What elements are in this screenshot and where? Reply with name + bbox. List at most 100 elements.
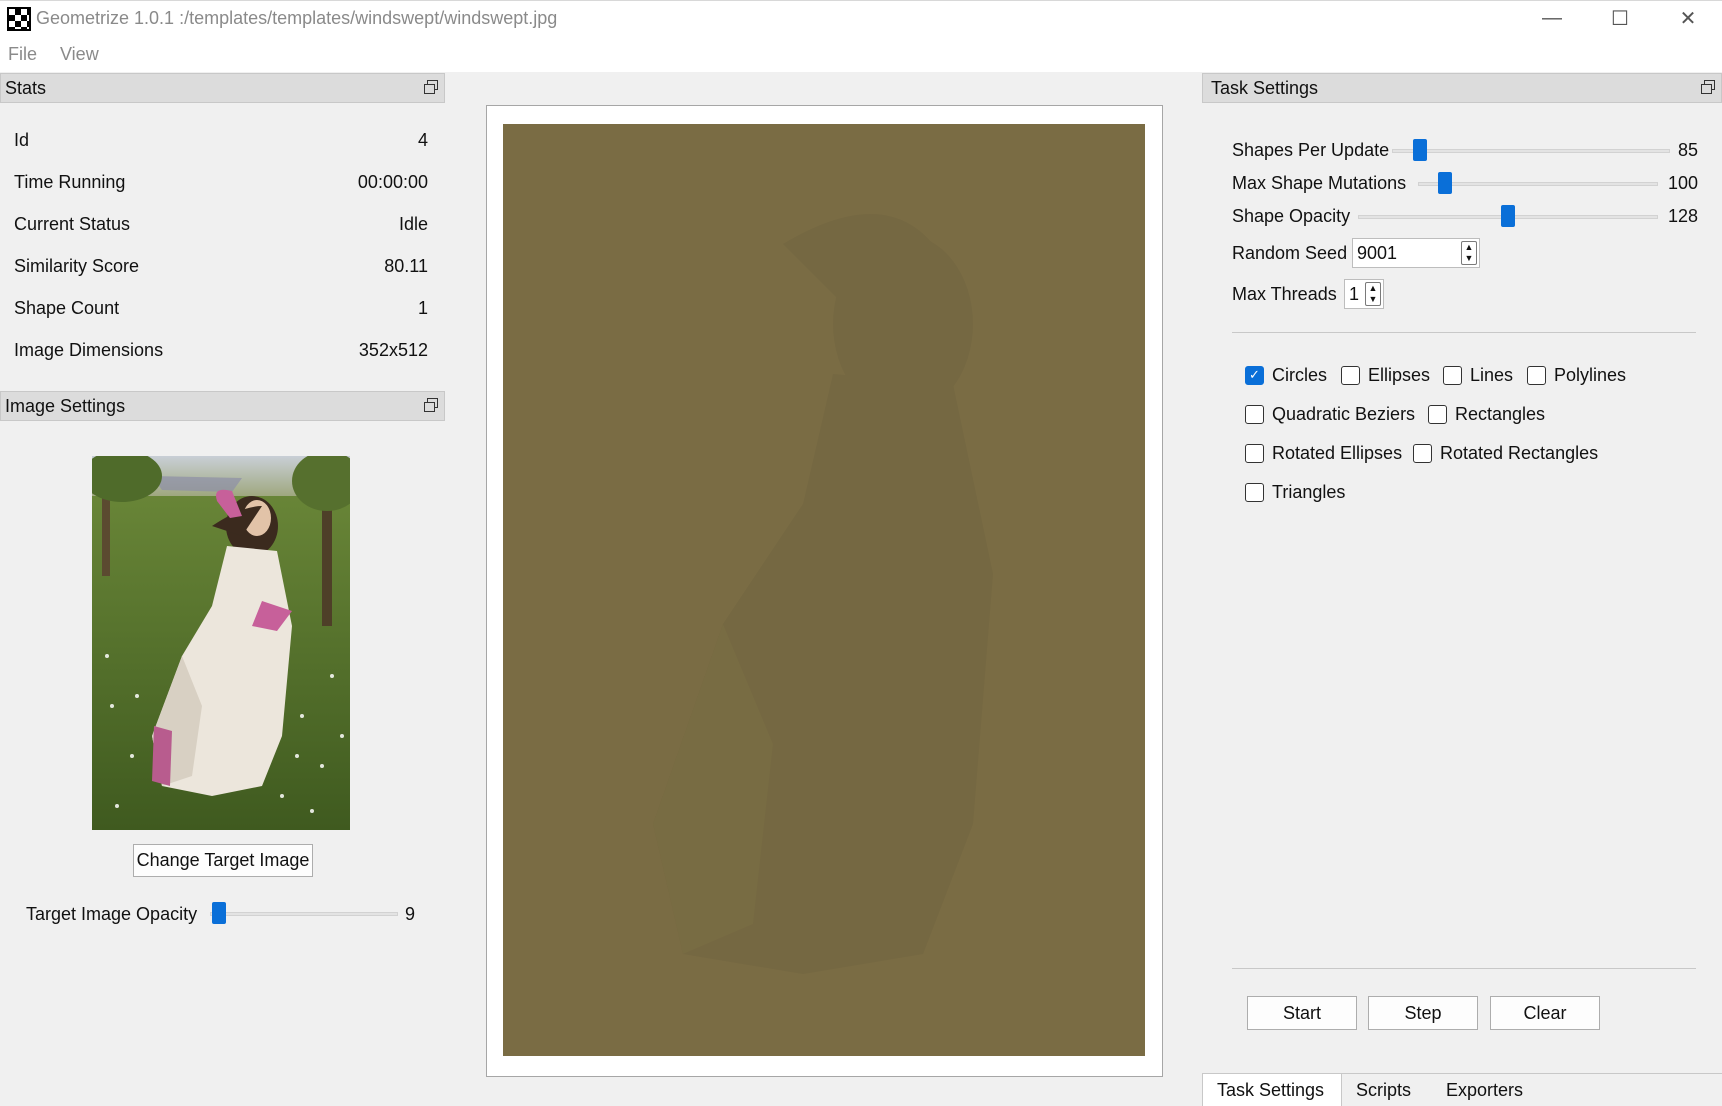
rotated-rectangles-checkbox[interactable]: Rotated Rectangles — [1413, 441, 1598, 465]
circles-checkbox[interactable]: ✓ Circles — [1245, 363, 1327, 387]
window-title: Geometrize 1.0.1 :/templates/templates/w… — [36, 8, 558, 28]
checkbox-label: Triangles — [1272, 481, 1346, 502]
rotated-ellipses-checkbox[interactable]: Rotated Ellipses — [1245, 441, 1402, 465]
max-threads-label: Max Threads — [1232, 284, 1337, 304]
float-panel-icon[interactable] — [424, 80, 438, 94]
checkbox-label: Polylines — [1554, 364, 1627, 385]
stat-label: Similarity Score — [14, 256, 140, 276]
task-settings-header: Task Settings — [1202, 73, 1722, 103]
ellipses-checkbox[interactable]: Ellipses — [1341, 363, 1430, 387]
minimize-button[interactable]: — — [1518, 1, 1586, 35]
target-opacity-slider[interactable] — [210, 902, 398, 926]
close-button[interactable]: ✕ — [1654, 1, 1722, 35]
menu-file[interactable]: File — [8, 44, 37, 65]
slider-track — [1392, 149, 1670, 153]
checkbox-label: Lines — [1470, 364, 1514, 385]
stat-value: 80.11 — [384, 256, 428, 276]
max-threads-spinbox[interactable]: 1 ▲ ▼ — [1344, 279, 1384, 309]
checkbox-icon — [1341, 365, 1360, 385]
slider-track — [1418, 182, 1658, 186]
maximize-button[interactable]: ☐ — [1586, 1, 1654, 35]
tab-scripts[interactable]: Scripts — [1342, 1074, 1425, 1106]
stat-value: 00:00:00 — [357, 172, 428, 192]
title-bar: Geometrize 1.0.1 :/templates/templates/w… — [0, 0, 1722, 36]
slider-thumb[interactable] — [1413, 139, 1427, 161]
divider — [1232, 332, 1696, 333]
stat-row-similarity-score: Similarity Score 80.11 — [0, 256, 428, 282]
canvas-ghost-image — [653, 214, 993, 974]
spin-arrows-icon[interactable]: ▲ ▼ — [1365, 282, 1381, 306]
triangles-checkbox[interactable]: Triangles — [1245, 480, 1345, 504]
stat-value: Idle — [398, 214, 428, 234]
checkbox-icon — [1245, 482, 1264, 502]
checkbox-label: Rectangles — [1455, 403, 1546, 424]
step-button[interactable]: Step — [1368, 996, 1478, 1030]
max-shape-mutations-value: 100 — [1668, 173, 1699, 193]
checkbox-icon — [1245, 443, 1264, 463]
change-target-image-button[interactable]: Change Target Image — [133, 844, 313, 877]
spin-arrows-icon[interactable]: ▲ ▼ — [1461, 241, 1477, 265]
checkbox-icon — [1443, 365, 1462, 385]
stat-label: Time Running — [14, 172, 126, 192]
stat-label: Shape Count — [14, 298, 120, 318]
stat-row-shape-count: Shape Count 1 — [0, 298, 428, 324]
checkbox-label: Rotated Rectangles — [1440, 442, 1599, 463]
painting-thumbnail — [92, 456, 350, 830]
clear-button[interactable]: Clear — [1490, 996, 1600, 1030]
dock-tab-bar: Task Settings Scripts Exporters — [1202, 1073, 1722, 1106]
quadratic-beziers-checkbox[interactable]: Quadratic Beziers — [1245, 402, 1415, 426]
start-button[interactable]: Start — [1247, 996, 1357, 1030]
float-panel-icon[interactable] — [424, 398, 438, 412]
max-shape-mutations-label: Max Shape Mutations — [1232, 173, 1407, 193]
tab-task-settings[interactable]: Task Settings — [1202, 1074, 1342, 1106]
stat-value: 352x512 — [358, 340, 428, 360]
checkbox-label: Circles — [1272, 364, 1328, 385]
rectangles-checkbox[interactable]: Rectangles — [1428, 402, 1545, 426]
checkbox-label: Ellipses — [1368, 364, 1431, 385]
max-threads-value: 1 — [1349, 284, 1360, 304]
target-image-preview — [92, 456, 350, 830]
app-icon — [7, 7, 31, 31]
stat-label: Id — [14, 130, 30, 150]
slider-thumb[interactable] — [1501, 205, 1515, 227]
target-opacity-value: 9 — [405, 904, 416, 924]
maximize-icon: ☐ — [1611, 7, 1629, 30]
stat-row-id: Id 4 — [0, 130, 428, 156]
slider-track — [210, 912, 398, 916]
random-seed-spinbox[interactable]: 9001 ▲ ▼ — [1352, 238, 1480, 268]
shape-opacity-slider[interactable] — [1358, 205, 1658, 229]
max-shape-mutations-slider[interactable] — [1418, 172, 1658, 196]
tab-exporters[interactable]: Exporters — [1432, 1074, 1537, 1106]
checkbox-icon — [1527, 365, 1546, 385]
stats-title: Stats — [5, 78, 47, 98]
stat-value: 1 — [417, 298, 428, 318]
geometrize-canvas[interactable] — [503, 124, 1145, 1056]
polylines-checkbox[interactable]: Polylines — [1527, 363, 1626, 387]
float-panel-icon[interactable] — [1701, 80, 1715, 94]
checkbox-icon — [1413, 443, 1432, 463]
stat-row-time-running: Time Running 00:00:00 — [0, 172, 428, 198]
stat-row-image-dimensions: Image Dimensions 352x512 — [0, 340, 428, 366]
stat-row-current-status: Current Status Idle — [0, 214, 428, 240]
close-icon: ✕ — [1679, 7, 1697, 30]
slider-thumb[interactable] — [1438, 172, 1452, 194]
menu-view[interactable]: View — [60, 44, 99, 65]
checkbox-label: Quadratic Beziers — [1272, 403, 1416, 424]
stats-header: Stats — [0, 73, 445, 103]
checkbox-label: Rotated Ellipses — [1272, 442, 1403, 463]
stat-value: 4 — [417, 130, 428, 150]
lines-checkbox[interactable]: Lines — [1443, 363, 1513, 387]
slider-thumb[interactable] — [212, 902, 226, 924]
checkbox-icon — [1428, 404, 1447, 424]
divider — [1232, 968, 1696, 969]
stat-label: Current Status — [14, 214, 131, 234]
stat-label: Image Dimensions — [14, 340, 164, 360]
shapes-per-update-label: Shapes Per Update — [1232, 140, 1390, 160]
shapes-per-update-slider[interactable] — [1392, 139, 1670, 163]
shapes-per-update-value: 85 — [1678, 140, 1699, 160]
menu-bar: File View — [0, 36, 1722, 72]
shape-opacity-value: 128 — [1668, 206, 1699, 226]
checkbox-checked-icon: ✓ — [1245, 365, 1264, 385]
shape-opacity-label: Shape Opacity — [1232, 206, 1351, 226]
random-seed-label: Random Seed — [1232, 243, 1348, 263]
